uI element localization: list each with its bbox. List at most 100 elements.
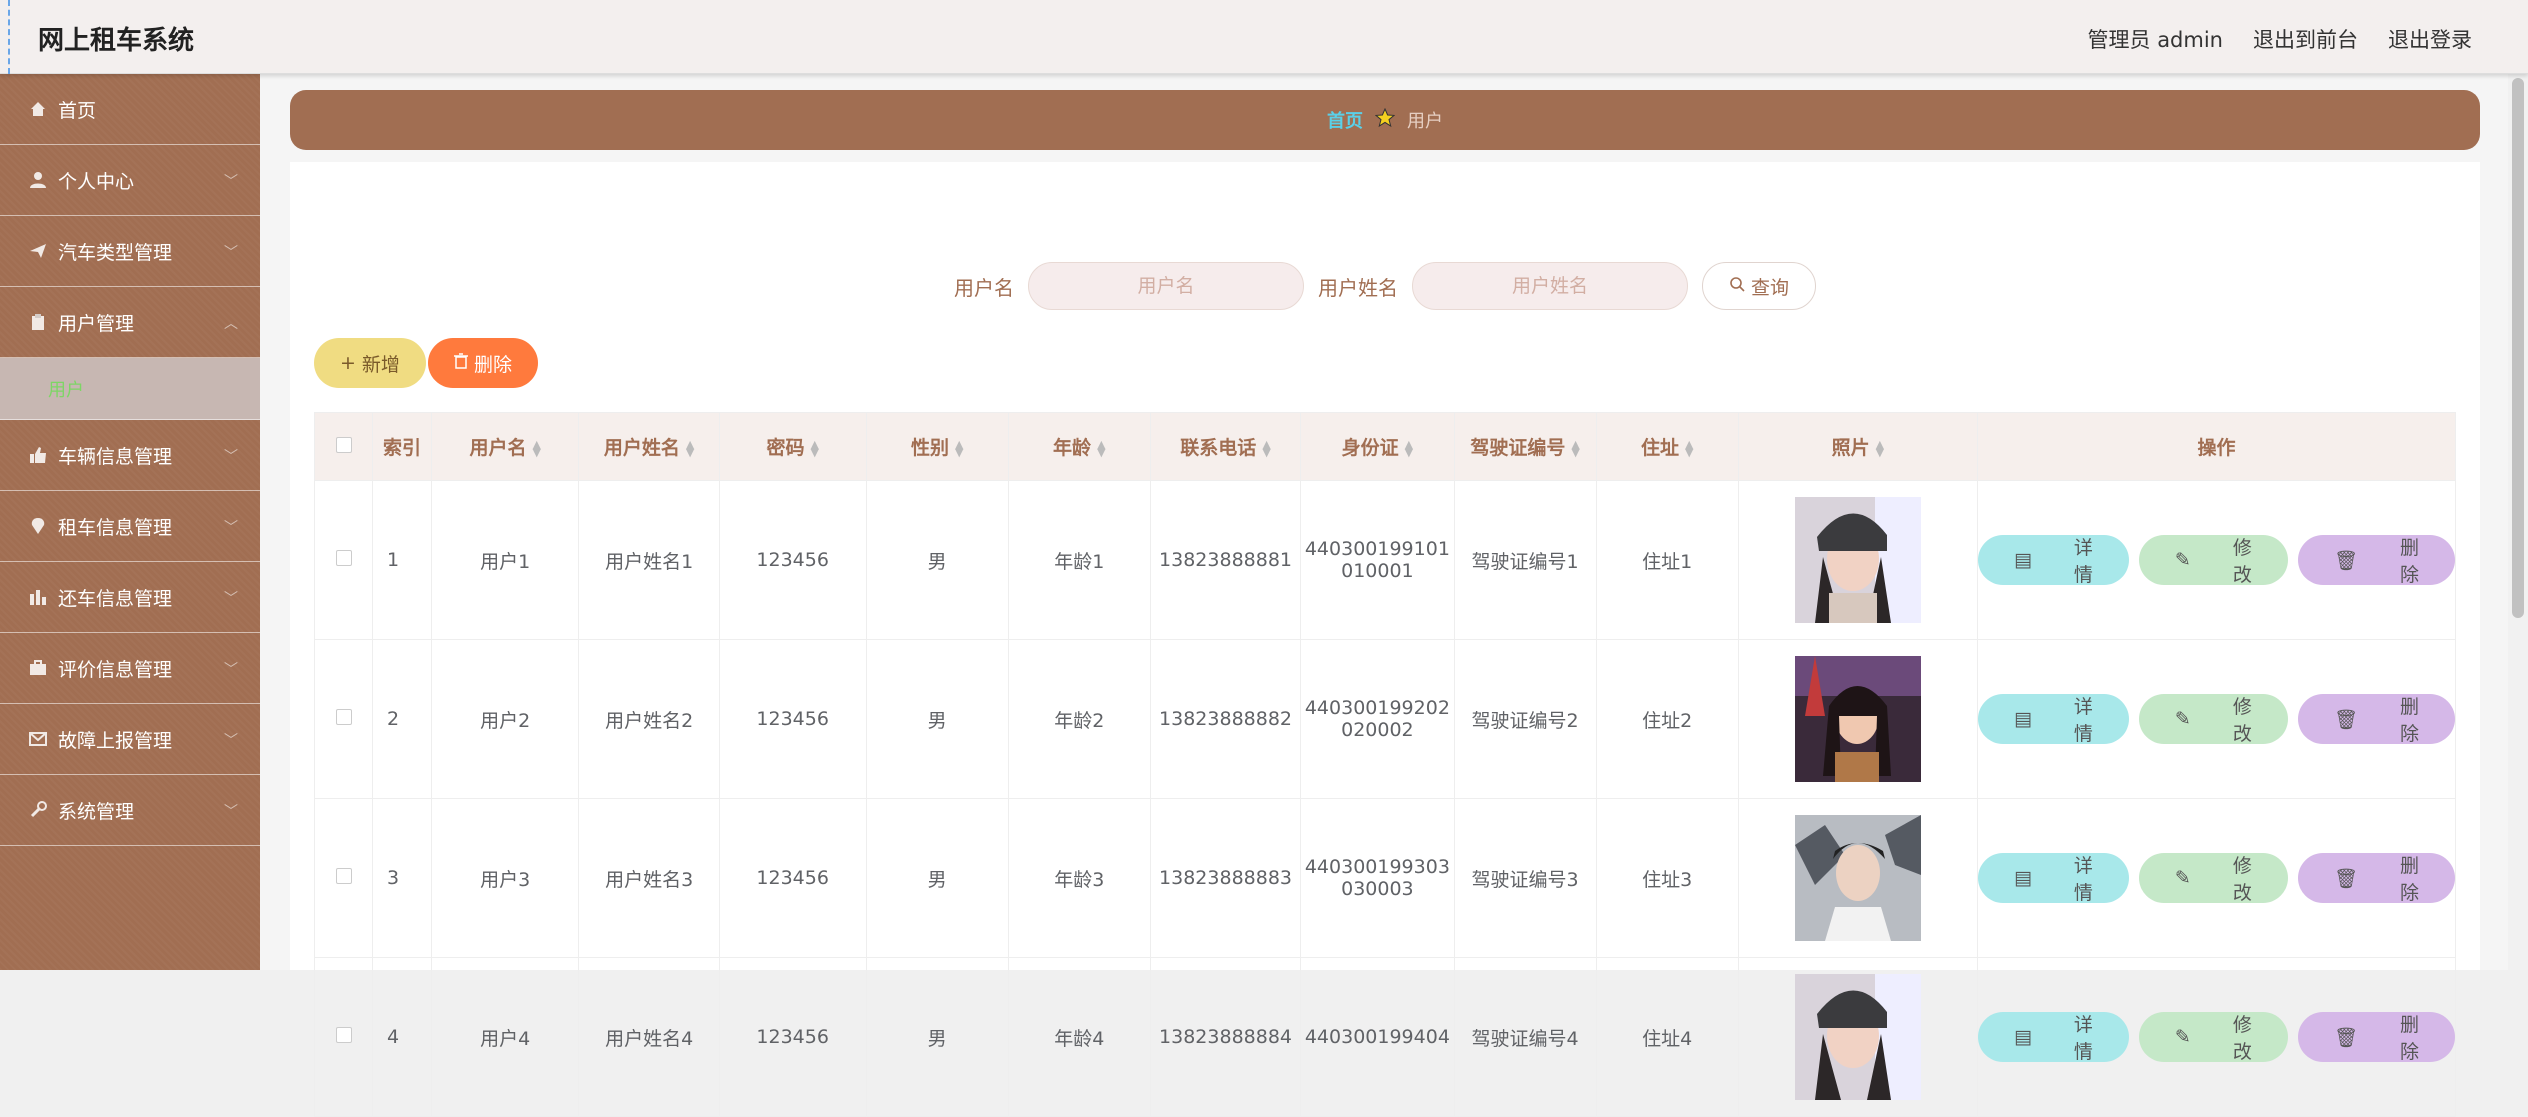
- delete-button-label: 删除: [473, 353, 512, 376]
- cell-license: 驾驶证编号2: [1453, 639, 1597, 799]
- scrollbar[interactable]: [2508, 74, 2528, 970]
- sidebar-item-car-type[interactable]: 汽车类型管理 ﹀: [0, 216, 260, 287]
- cell-index: 1: [372, 480, 432, 640]
- pencil-icon: ✎: [2174, 867, 2191, 889]
- column-header-password[interactable]: 密码 ▲ ▼: [718, 412, 867, 481]
- name-search-input[interactable]: [1411, 262, 1688, 310]
- row-delete-button[interactable]: 🗑 删除: [2297, 853, 2455, 904]
- row-delete-button[interactable]: 🗑 删除: [2297, 535, 2455, 586]
- sort-icon[interactable]: ▲ ▼: [1876, 439, 1884, 458]
- column-header-photo[interactable]: 照片 ▲ ▼: [1737, 412, 1978, 481]
- sidebar-item-return-info[interactable]: 还车信息管理 ﹀: [0, 562, 260, 633]
- select-all-checkbox[interactable]: [335, 436, 352, 453]
- cell-id-card: 440300199303 030003: [1300, 798, 1455, 958]
- sidebar-item-fault-report[interactable]: 故障上报管理 ﹀: [0, 704, 260, 775]
- scrollbar-thumb[interactable]: [2512, 78, 2524, 618]
- detail-button[interactable]: ▤ 详情: [1977, 694, 2129, 745]
- search-bar: 用户名 用户姓名 查询: [290, 262, 2480, 310]
- username-search-label: 用户名: [953, 275, 1014, 300]
- sort-icon[interactable]: ▲ ▼: [1097, 439, 1105, 458]
- sort-icon[interactable]: ▲ ▼: [955, 439, 963, 458]
- row-delete-button[interactable]: 🗑 删除: [2297, 694, 2455, 745]
- edit-button[interactable]: ✎ 修改: [2138, 694, 2288, 745]
- cell-gender: 男: [865, 957, 1009, 1117]
- sidebar-item-home[interactable]: 首页: [0, 74, 260, 145]
- admin-account-link[interactable]: 管理员 admin: [2088, 24, 2223, 54]
- cell-actions: ▤ 详情 ✎ 修改 🗑 删除: [1976, 480, 2457, 640]
- cell-actions: ▤ 详情 ✎ 修改 🗑 删除: [1976, 957, 2457, 1117]
- sort-icon[interactable]: ▲ ▼: [532, 439, 540, 458]
- username-search-input[interactable]: [1027, 262, 1304, 310]
- user-photo: [1794, 497, 1921, 623]
- row-checkbox[interactable]: [335, 550, 352, 566]
- chevron-down-icon: ﹀: [224, 662, 238, 678]
- edit-button[interactable]: ✎ 修改: [2138, 1012, 2288, 1063]
- row-checkbox[interactable]: [335, 1027, 352, 1043]
- detail-button[interactable]: ▤ 详情: [1977, 853, 2129, 904]
- query-button[interactable]: 查询: [1701, 262, 1816, 310]
- app-title: 网上租车系统: [38, 26, 195, 56]
- chevron-down-icon: ﹀: [224, 520, 238, 536]
- cell-password: 123456: [718, 639, 867, 799]
- send-icon: [28, 241, 48, 261]
- sidebar-item-system-management[interactable]: 系统管理 ﹀: [0, 775, 260, 846]
- sort-icon[interactable]: ▲ ▼: [1571, 439, 1579, 458]
- cell-gender: 男: [865, 480, 1009, 640]
- breadcrumb-home-link[interactable]: 首页: [1327, 107, 1363, 133]
- sort-icon[interactable]: ▲ ▼: [1262, 439, 1270, 458]
- column-header-name[interactable]: 用户姓名 ▲ ▼: [578, 412, 720, 481]
- chevron-down-icon: ﹀: [224, 733, 238, 749]
- row-checkbox[interactable]: [335, 709, 352, 725]
- sort-icon[interactable]: ▲ ▼: [1685, 439, 1693, 458]
- chevron-down-icon: ﹀: [224, 449, 238, 465]
- sidebar-item-user-management[interactable]: 用户管理 ︿: [0, 287, 260, 358]
- document-icon: ▤: [2013, 1026, 2032, 1048]
- sidebar-item-label: 首页: [58, 99, 97, 122]
- column-header-username[interactable]: 用户名 ▲ ▼: [430, 412, 580, 481]
- sort-icon[interactable]: ▲ ▼: [810, 439, 818, 458]
- document-icon: ▤: [2013, 708, 2032, 730]
- cell-name: 用户姓名3: [578, 798, 720, 958]
- add-button[interactable]: + 新增: [314, 338, 426, 388]
- sort-icon[interactable]: ▲ ▼: [1405, 439, 1413, 458]
- sidebar-item-vehicle-info[interactable]: 车辆信息管理 ﹀: [0, 420, 260, 491]
- location-icon: [28, 516, 48, 536]
- edit-button[interactable]: ✎ 修改: [2138, 853, 2288, 904]
- cell-username: 用户2: [430, 639, 580, 799]
- detail-button[interactable]: ▤ 详情: [1977, 1012, 2129, 1063]
- chart-icon: [28, 587, 48, 607]
- cell-license: 驾驶证编号3: [1453, 798, 1597, 958]
- row-checkbox[interactable]: [335, 868, 352, 884]
- column-header-age[interactable]: 年龄 ▲ ▼: [1007, 412, 1151, 481]
- cell-index: 4: [372, 957, 432, 1117]
- cell-username: 用户3: [430, 798, 580, 958]
- user-photo: [1794, 974, 1921, 1100]
- batch-delete-button[interactable]: 删除: [427, 338, 538, 388]
- cell-phone: 13823888882: [1149, 639, 1302, 799]
- column-header-license[interactable]: 驾驶证编号 ▲ ▼: [1453, 412, 1597, 481]
- top-links: 管理员 admin 退出到前台 退出登录: [2088, 24, 2472, 54]
- sidebar-item-label: 还车信息管理: [58, 587, 173, 610]
- cell-phone: 13823888881: [1149, 480, 1302, 640]
- column-header-gender[interactable]: 性别 ▲ ▼: [865, 412, 1009, 481]
- cell-id-card: 440300199202 020002: [1300, 639, 1455, 799]
- column-header-phone[interactable]: 联系电话 ▲ ▼: [1149, 412, 1302, 481]
- detail-button[interactable]: ▤ 详情: [1977, 535, 2129, 586]
- logout-link[interactable]: 退出登录: [2388, 24, 2472, 54]
- sidebar-subitem-user[interactable]: 用户: [0, 358, 260, 420]
- sidebar-item-review-info[interactable]: 评价信息管理 ﹀: [0, 633, 260, 704]
- cell-gender: 男: [865, 639, 1009, 799]
- sidebar: 首页 个人中心 ﹀ 汽车类型管理 ﹀ 用户管理 ︿ 用户 车辆信息管理 ﹀ 租车…: [0, 74, 260, 970]
- edit-button[interactable]: ✎ 修改: [2138, 535, 2288, 586]
- cell-name: 用户姓名4: [578, 957, 720, 1117]
- sort-icon[interactable]: ▲ ▼: [686, 439, 694, 458]
- column-header-id-card[interactable]: 身份证 ▲ ▼: [1300, 412, 1455, 481]
- row-delete-button[interactable]: 🗑 删除: [2297, 1012, 2455, 1063]
- document-icon: ▤: [2013, 549, 2032, 571]
- plus-icon: +: [340, 352, 356, 374]
- sidebar-item-personal-center[interactable]: 个人中心 ﹀: [0, 145, 260, 216]
- exit-to-frontend-link[interactable]: 退出到前台: [2253, 24, 2358, 54]
- sidebar-item-rental-info[interactable]: 租车信息管理 ﹀: [0, 491, 260, 562]
- column-header-address[interactable]: 住址 ▲ ▼: [1595, 412, 1739, 481]
- cell-index: 2: [372, 639, 432, 799]
